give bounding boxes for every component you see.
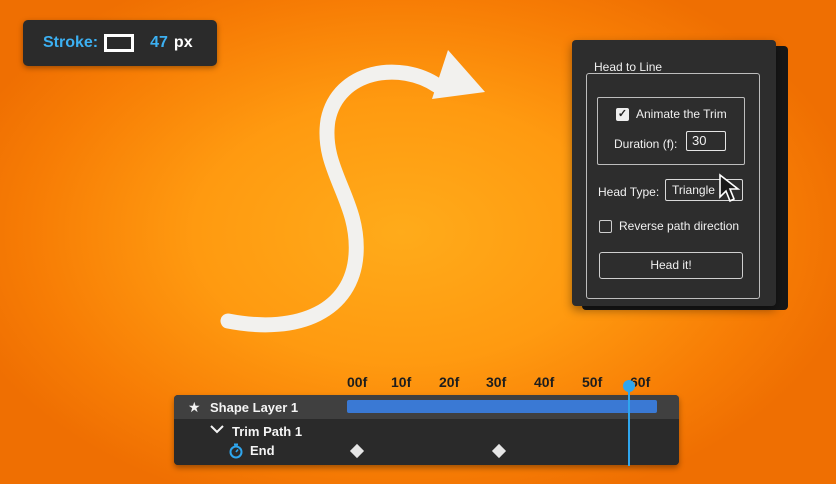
layer-duration-bar[interactable] <box>347 400 657 413</box>
tick-label: 40f <box>534 374 555 390</box>
tick-label: 20f <box>439 374 460 390</box>
tick-label: 30f <box>486 374 507 390</box>
timeline-panel: ★ Shape Layer 1 Trim Path 1 End <box>174 395 679 465</box>
reverse-path-checkbox[interactable] <box>599 220 612 233</box>
stopwatch-icon[interactable] <box>228 443 244 459</box>
chevron-down-icon[interactable] <box>210 424 224 434</box>
head-it-button[interactable]: Head it! <box>599 252 743 279</box>
panel-title: Head to Line <box>594 60 663 74</box>
layer-name: Shape Layer 1 <box>210 400 299 415</box>
animate-trim-label: Animate the Trim <box>636 107 727 121</box>
property-end-label: End <box>250 443 275 458</box>
duration-input[interactable]: 30 <box>686 131 726 151</box>
tick-label: 10f <box>391 374 412 390</box>
animate-trim-checkbox[interactable]: ✓ <box>616 108 629 121</box>
playhead-line[interactable] <box>628 386 630 466</box>
tick-label: 50f <box>582 374 603 390</box>
playhead-handle[interactable] <box>623 380 635 392</box>
reverse-path-label: Reverse path direction <box>619 219 740 233</box>
layer-row[interactable]: ★ Shape Layer 1 <box>174 395 679 419</box>
head-type-label: Head Type: <box>598 185 660 199</box>
tick-label: 00f <box>347 374 368 390</box>
trim-path-name[interactable]: Trim Path 1 <box>232 424 302 439</box>
head-to-line-panel: Head to Line ✓ Animate the Trim Duration… <box>572 40 776 306</box>
star-icon: ★ <box>188 399 201 415</box>
duration-label: Duration (f): <box>614 137 678 151</box>
mouse-pointer-icon <box>719 173 741 203</box>
